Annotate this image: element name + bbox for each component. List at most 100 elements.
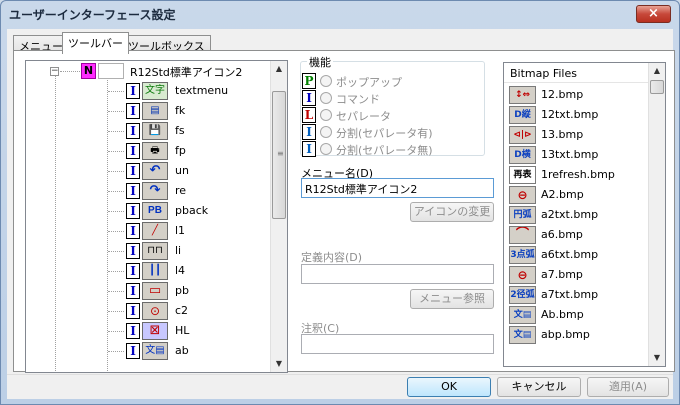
cancel-button[interactable]: キャンセル [497,377,581,397]
footer-divider [7,374,673,375]
scroll-thumb[interactable]: ≡ [272,91,286,219]
tree-item[interactable]: I ┃┃ l4 [26,261,271,281]
tree-item[interactable]: I ↷ re [26,181,271,201]
function-option-separator[interactable]: L セパレータ [302,107,482,123]
bitmap-thumbnail-icon: ↕⇔ [509,86,536,104]
option-label: ポップアップ [336,76,402,89]
tree-item[interactable]: I 💾 fs [26,121,271,141]
bitmap-item[interactable]: D縦反 12txt.bmp [509,105,649,125]
tree-item[interactable]: I PB pback [26,201,271,221]
radio-popup[interactable] [320,75,332,87]
line-icon: ╱ [142,222,168,240]
tree-item-label: pb [175,284,189,297]
scroll-down-icon[interactable]: ▼ [649,350,665,366]
radio-command[interactable] [320,92,332,104]
radio-separator[interactable] [320,109,332,121]
definition-input[interactable] [301,264,494,284]
radio-split-with-separator[interactable] [320,126,332,138]
tree-connector [108,191,124,192]
tree-root-node[interactable]: − N R12Std標準アイコン2 [26,61,271,81]
scroll-down-icon[interactable]: ▼ [271,356,287,372]
bitmap-thumbnail-icon: 円弧 [509,206,536,224]
command-badge: I [126,83,140,99]
function-option-popup[interactable]: P ポップアップ [302,73,482,89]
change-icon-button[interactable]: アイコンの変更 [410,202,494,222]
tree-scrollbar[interactable]: ▲ ≡ ▼ [270,61,287,372]
tree-item[interactable]: I ↶ un [26,161,271,181]
bitmap-item[interactable]: 円弧 a2txt.bmp [509,205,649,225]
node-type-badge: N [81,63,96,79]
bitmap-item[interactable]: 文▤ Ab.bmp [509,305,649,325]
tree-connector [108,291,124,292]
scroll-up-icon[interactable]: ▲ [271,61,287,77]
tree-item[interactable]: I 🖶 fp [26,141,271,161]
tree-item[interactable]: I 文字 textmenu [26,81,271,101]
bitmap-files-list[interactable]: Bitmap Files ↕⇔ 12.bmp D縦反 12txt.bmp ⊲|⊳… [503,62,666,367]
split-badge: I [302,141,316,157]
tree-item[interactable]: I ╱ l1 [26,221,271,241]
collapse-icon[interactable]: − [50,67,59,76]
scroll-thumb[interactable] [650,80,664,94]
bitmap-item[interactable]: ⌒ a6.bmp [509,225,649,245]
tree-item-label: textmenu [175,84,229,97]
pback-icon: PB [142,202,168,220]
bitmap-scrollbar[interactable]: ▲ ▼ [648,63,665,366]
option-label: 分割(セパレータ無) [336,144,433,157]
bitmap-item[interactable]: ⊖ a7.bmp [509,265,649,285]
bitmap-item[interactable]: 3点弧 a6txt.bmp [509,245,649,265]
bitmap-item[interactable]: ⊲|⊳ 13.bmp [509,125,649,145]
ok-button[interactable]: OK [407,377,491,397]
circle-icon: ⊙ [142,302,168,320]
title-bar[interactable]: ユーザーインターフェース設定 × [1,1,679,29]
tree-item[interactable]: I ▤ fk [26,101,271,121]
function-option-split-without-separator[interactable]: I 分割(セパレータ無) [302,141,482,157]
tree-item[interactable]: I ⊙ c2 [26,301,271,321]
bitmap-thumbnail-icon: ⊖ [509,266,536,284]
multiline-icon: ⊓⊓ [142,242,168,260]
print-icon: 🖶 [142,142,168,160]
option-label: セパレータ [336,110,391,123]
command-badge: I [126,203,140,219]
bitmap-filename: abp.bmp [541,328,590,341]
tree-item[interactable]: I ⊠ HL [26,321,271,341]
rectangle-icon: ▭ [142,282,168,300]
bitmap-item[interactable]: 2径弧 a7txt.bmp [509,285,649,305]
bitmap-item[interactable]: 文▤ abp.bmp [509,325,649,345]
bitmap-thumbnail-icon: 2径弧 [509,286,536,304]
bitmap-item[interactable]: 再表示 1refresh.bmp [509,165,649,185]
bitmap-item[interactable]: D横反 13txt.bmp [509,145,649,165]
bitmap-filename: a7.bmp [541,268,583,281]
dialog-window: ユーザーインターフェース設定 × メニュー ツールバー ツールボックス − N … [0,0,680,405]
apply-button[interactable]: 適用(A) [587,377,669,397]
toolbar-tree[interactable]: − N R12Std標準アイコン2 I 文字 textmenu I ▤ fk I… [25,60,288,373]
option-label: 分割(セパレータ有) [336,127,433,140]
tree-item[interactable]: I ▭ pb [26,281,271,301]
bitmap-item[interactable]: ⊖ A2.bmp [509,185,649,205]
text-box-icon: 文▤ [142,342,168,360]
hatch-icon: ⊠ [142,322,168,340]
function-option-split-with-separator[interactable]: I 分割(セパレータ有) [302,124,482,140]
grip-icon: ≡ [277,149,284,159]
scroll-up-icon[interactable]: ▲ [649,63,665,79]
separator-badge: L [302,107,316,123]
bitmap-filename: a2txt.bmp [541,208,599,221]
bitmap-thumbnail-icon: 文▤ [509,306,536,324]
tab-toolbar[interactable]: ツールバー [62,32,129,54]
bitmap-item[interactable]: ↕⇔ 12.bmp [509,85,649,105]
radio-split-without-separator[interactable] [320,143,332,155]
command-badge: I [126,143,140,159]
bitmap-filename: A2.bmp [541,188,584,201]
redo-icon: ↷ [142,182,168,200]
note-input[interactable] [301,334,494,354]
function-option-command[interactable]: I コマンド [302,90,482,106]
tree-item[interactable]: I ⊓⊓ li [26,241,271,261]
command-badge: I [126,123,140,139]
close-button[interactable]: × [636,5,671,23]
popup-badge: P [302,73,316,89]
bitmap-thumbnail-icon: 3点弧 [509,246,536,264]
tree-item-label: HL [175,324,190,337]
menu-name-input[interactable]: R12Std標準アイコン2 [301,178,494,198]
menu-reference-button[interactable]: メニュー参照 [410,289,494,309]
definition-label: 定義内容(D) [301,251,363,264]
tree-item[interactable]: I 文▤ ab [26,341,271,361]
